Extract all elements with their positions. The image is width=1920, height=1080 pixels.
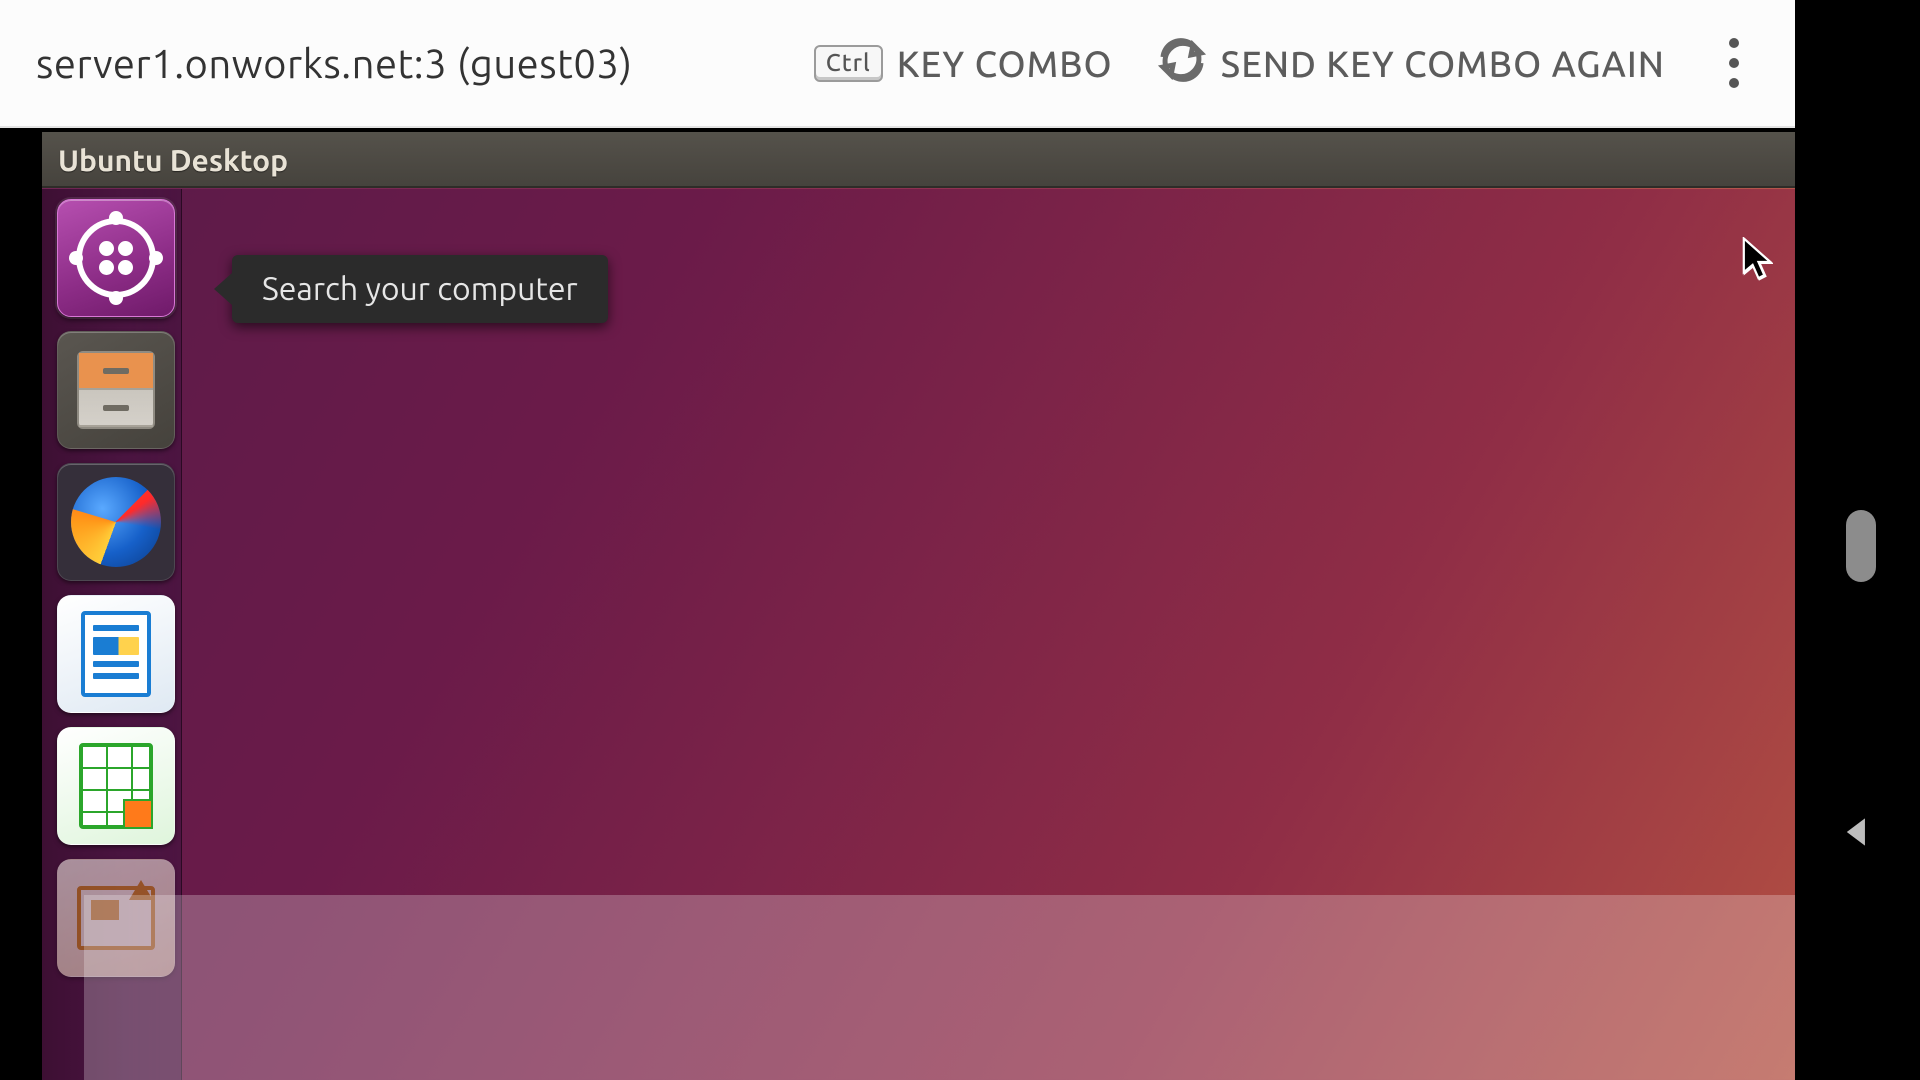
app-toolbar: server1.onworks.net:3 (guest03) Ctrl KEY… [0,0,1795,128]
refresh-icon [1157,35,1207,92]
launcher-calc-icon[interactable] [57,727,175,845]
firefox-icon [71,477,161,567]
ubuntu-desktop: Ubuntu Desktop [42,132,1795,1080]
android-system-bar [1795,0,1920,1080]
file-cabinet-icon [77,351,155,429]
launcher-dash-icon[interactable] [57,199,175,317]
ctrl-key-icon: Ctrl [814,45,883,82]
launcher-tooltip: Search your computer [232,255,608,323]
send-again-label: SEND KEY COMBO AGAIN [1221,43,1665,84]
launcher-firefox-icon[interactable] [57,463,175,581]
launcher-writer-icon[interactable] [57,595,175,713]
android-bottom-overlay [84,895,1795,1080]
connection-title: server1.onworks.net:3 (guest03) [36,41,770,86]
android-back-button[interactable] [1840,815,1874,849]
ubuntu-workspace[interactable]: Search your computer [42,188,1795,1080]
ubuntu-logo-icon [76,218,156,298]
launcher-files-icon[interactable] [57,331,175,449]
spreadsheet-icon [79,743,153,829]
remote-desktop-viewport[interactable]: Ubuntu Desktop [0,132,1795,1080]
key-combo-label: KEY COMBO [897,43,1113,84]
overflow-menu-button[interactable] [1709,33,1759,93]
key-combo-button[interactable]: Ctrl KEY COMBO [814,43,1113,84]
document-icon [81,611,151,697]
mouse-cursor-icon [1742,237,1772,281]
ubuntu-menubar-title: Ubuntu Desktop [42,132,1795,188]
scrollbar-thumb[interactable] [1846,510,1876,582]
send-key-combo-again-button[interactable]: SEND KEY COMBO AGAIN [1157,35,1665,92]
